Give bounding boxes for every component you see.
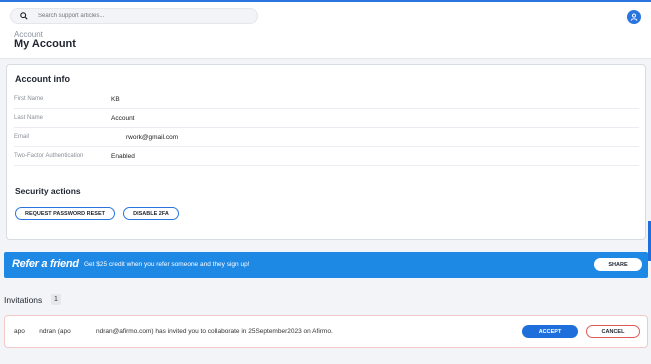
page-title: My Account	[14, 38, 76, 50]
refer-friend-description: Get $25 credit when you refer someone an…	[84, 261, 250, 268]
two-factor-value: Enabled	[111, 153, 135, 160]
user-icon	[630, 13, 638, 21]
search-input[interactable]	[36, 12, 240, 20]
share-button[interactable]: SHARE	[594, 258, 642, 271]
search-icon	[20, 12, 28, 20]
cancel-invitation-button[interactable]: CANCEL	[586, 325, 640, 338]
last-name-label: Last Name	[14, 115, 44, 121]
user-avatar-button[interactable]	[627, 10, 641, 24]
account-info-title: Account info	[15, 74, 70, 84]
email-value: rwork@gmail.com	[126, 134, 179, 141]
invitation-item: apo ndran (apo ndran@afirmo.com) has inv…	[4, 315, 648, 348]
first-name-label: First Name	[14, 96, 44, 102]
invitation-text: apo ndran (apo ndran@afirmo.com) has inv…	[14, 328, 333, 335]
invitations-count-badge: 1	[51, 294, 61, 305]
first-name-row: First Name KB	[14, 92, 639, 109]
refer-friend-title: Refer a friend	[12, 258, 79, 270]
security-actions-title: Security actions	[15, 186, 81, 196]
invitations-title: Invitations	[4, 295, 43, 305]
search-box[interactable]	[10, 8, 258, 24]
two-factor-row: Two-Factor Authentication Enabled	[14, 149, 639, 166]
two-factor-label: Two-Factor Authentication	[14, 153, 84, 159]
last-name-row: Last Name Account	[14, 111, 639, 128]
first-name-value: KB	[111, 96, 120, 103]
refer-friend-banner: Refer a friend Get $25 credit when you r…	[4, 252, 648, 278]
top-bar	[0, 0, 651, 30]
request-password-reset-button[interactable]: REQUEST PASSWORD RESET	[15, 207, 115, 220]
account-info-card: Account info First Name KB Last Name Acc…	[6, 64, 646, 240]
disable-2fa-button[interactable]: DISABLE 2FA	[123, 207, 179, 220]
email-row: Email rwork@gmail.com	[14, 130, 639, 147]
page-header: Account My Account	[0, 30, 651, 59]
email-label: Email	[14, 134, 30, 140]
accept-invitation-button[interactable]: ACCEPT	[522, 325, 578, 338]
last-name-value: Account	[111, 115, 135, 122]
